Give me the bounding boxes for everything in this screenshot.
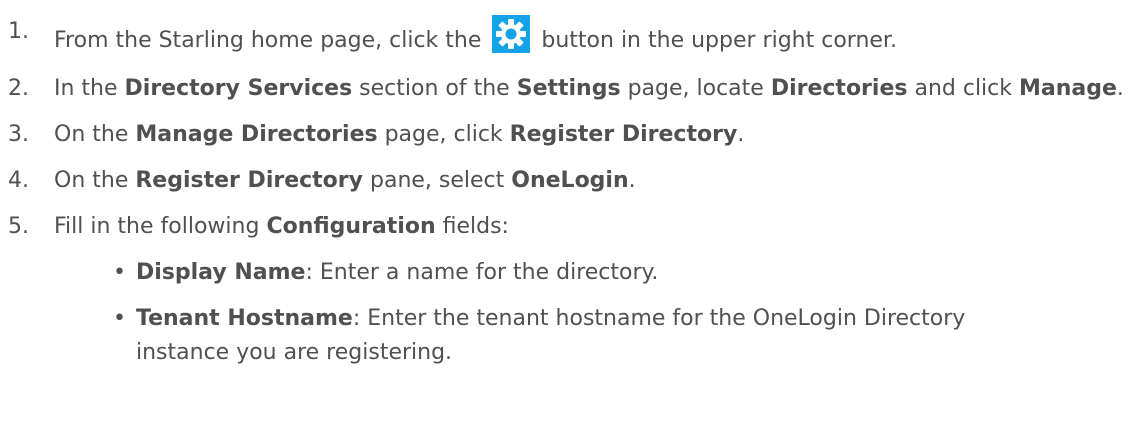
- step-text: page, click: [377, 122, 510, 147]
- ui-term: Manage: [1019, 76, 1117, 101]
- step-text: Fill in the following: [54, 214, 267, 239]
- step-text: button in the upper right corner.: [541, 28, 897, 53]
- list-item: • Display Name: Enter a name for the dire…: [0, 256, 1134, 290]
- step-number: 2.: [8, 76, 29, 101]
- step-5: 5. Fill in the following Configuration fi…: [0, 210, 1134, 370]
- ui-term: Configuration: [266, 214, 436, 239]
- bullet: •: [113, 306, 126, 331]
- step-text: From the Starling home page, click the: [54, 28, 482, 53]
- ui-term: Directories: [770, 76, 908, 101]
- ui-term: Settings: [516, 76, 621, 101]
- ui-term: Register Directory: [135, 168, 363, 193]
- step-text: On the: [54, 168, 136, 193]
- settings-button[interactable]: [492, 15, 531, 53]
- config-fields-list: • Display Name: Enter a name for the dire…: [0, 256, 1134, 370]
- field-name: Display Name: [136, 260, 306, 285]
- step-text: page, locate: [620, 76, 771, 101]
- step-text: and click: [907, 76, 1019, 101]
- step-text: pane, select: [363, 168, 512, 193]
- step-text: In the: [54, 76, 125, 101]
- step-text: .: [1116, 76, 1124, 101]
- step-3: 3. On the Manage Directories page, click …: [0, 118, 1134, 152]
- step-text: fields:: [435, 214, 509, 239]
- bullet: •: [113, 260, 126, 285]
- step-text: On the: [54, 122, 136, 147]
- steps-list: 1. From the Starling home page, click the: [0, 15, 1134, 370]
- step-4: 4. On the Register Directory pane, select…: [0, 164, 1134, 198]
- step-number: 3.: [8, 122, 29, 147]
- field-name: Tenant Hostname: [136, 306, 353, 331]
- field-description: : Enter a name for the directory.: [305, 260, 659, 285]
- ui-term: OneLogin: [511, 168, 629, 193]
- step-number: 1.: [8, 19, 29, 44]
- ui-term: Manage Directories: [135, 122, 378, 147]
- step-2: 2. In the Directory Services section of t…: [0, 72, 1134, 106]
- step-text: .: [628, 168, 636, 193]
- step-number: 5.: [8, 214, 29, 239]
- step-number: 4.: [8, 168, 29, 193]
- step-1: 1. From the Starling home page, click the: [0, 15, 1134, 58]
- ui-term: Register Directory: [509, 122, 738, 147]
- gear-icon: [496, 19, 527, 49]
- step-text: .: [737, 122, 745, 147]
- step-text: section of the: [352, 76, 517, 101]
- ui-term: Directory Services: [124, 76, 353, 101]
- list-item: • Tenant Hostname: Enter the tenant hostn…: [0, 302, 1016, 370]
- instructions: 1. From the Starling home page, click the: [0, 0, 1134, 370]
